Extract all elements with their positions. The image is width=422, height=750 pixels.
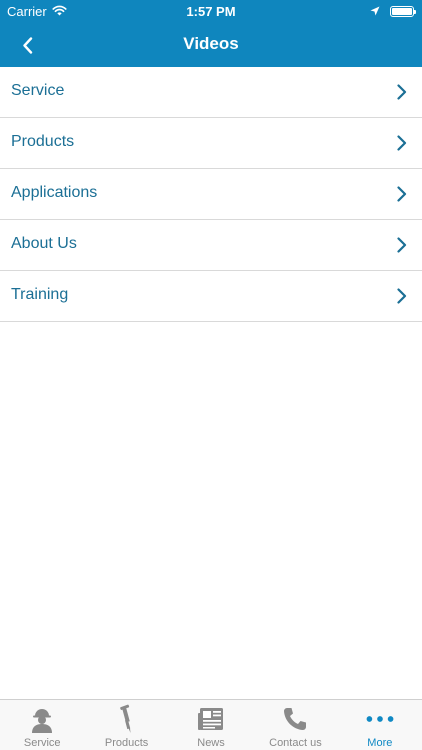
list-item-products[interactable]: Products xyxy=(0,118,422,169)
location-arrow-icon xyxy=(370,4,380,19)
tab-label: Products xyxy=(104,737,149,749)
phone-icon xyxy=(280,705,310,733)
chevron-right-icon xyxy=(397,186,407,202)
chevron-right-icon xyxy=(397,135,407,151)
video-category-list: Service Products Applications About Us T… xyxy=(0,67,422,322)
tab-products[interactable]: Products xyxy=(84,700,168,750)
more-dots-icon xyxy=(365,705,395,733)
tab-label: Contact us xyxy=(269,737,322,749)
tab-bar: Service Products News Contact us More xyxy=(0,699,422,750)
list-item-applications[interactable]: Applications xyxy=(0,169,422,220)
jackhammer-icon xyxy=(112,704,142,733)
list-item-label: About Us xyxy=(11,235,77,252)
header: Carrier 1:57 PM Videos xyxy=(0,0,422,67)
tab-more[interactable]: More xyxy=(338,700,422,750)
tab-label: More xyxy=(367,737,393,749)
list-item-label: Applications xyxy=(11,184,98,201)
list-item-label: Products xyxy=(11,133,75,150)
page-title: Videos xyxy=(183,34,239,53)
tab-contact-us[interactable]: Contact us xyxy=(253,700,337,750)
nav-bar: Videos xyxy=(0,22,422,67)
app: Carrier 1:57 PM Videos Service Products … xyxy=(0,0,422,750)
list-item-label: Service xyxy=(11,82,65,99)
chevron-right-icon xyxy=(397,84,407,100)
list-item-label: Training xyxy=(11,286,69,303)
list-item-service[interactable]: Service xyxy=(0,67,422,118)
list-item-training[interactable]: Training xyxy=(0,271,422,322)
newspaper-icon xyxy=(196,705,226,733)
status-right xyxy=(370,4,416,19)
status-time: 1:57 PM xyxy=(186,4,236,19)
status-bar: Carrier 1:57 PM xyxy=(0,0,422,22)
list-item-about-us[interactable]: About Us xyxy=(0,220,422,271)
chevron-right-icon xyxy=(397,288,407,304)
tab-label: News xyxy=(197,737,225,749)
tab-label: Service xyxy=(23,737,61,749)
worker-icon xyxy=(27,705,57,733)
tab-news[interactable]: News xyxy=(169,700,253,750)
tab-service[interactable]: Service xyxy=(0,700,84,750)
chevron-right-icon xyxy=(397,237,407,253)
battery-icon xyxy=(390,6,416,17)
